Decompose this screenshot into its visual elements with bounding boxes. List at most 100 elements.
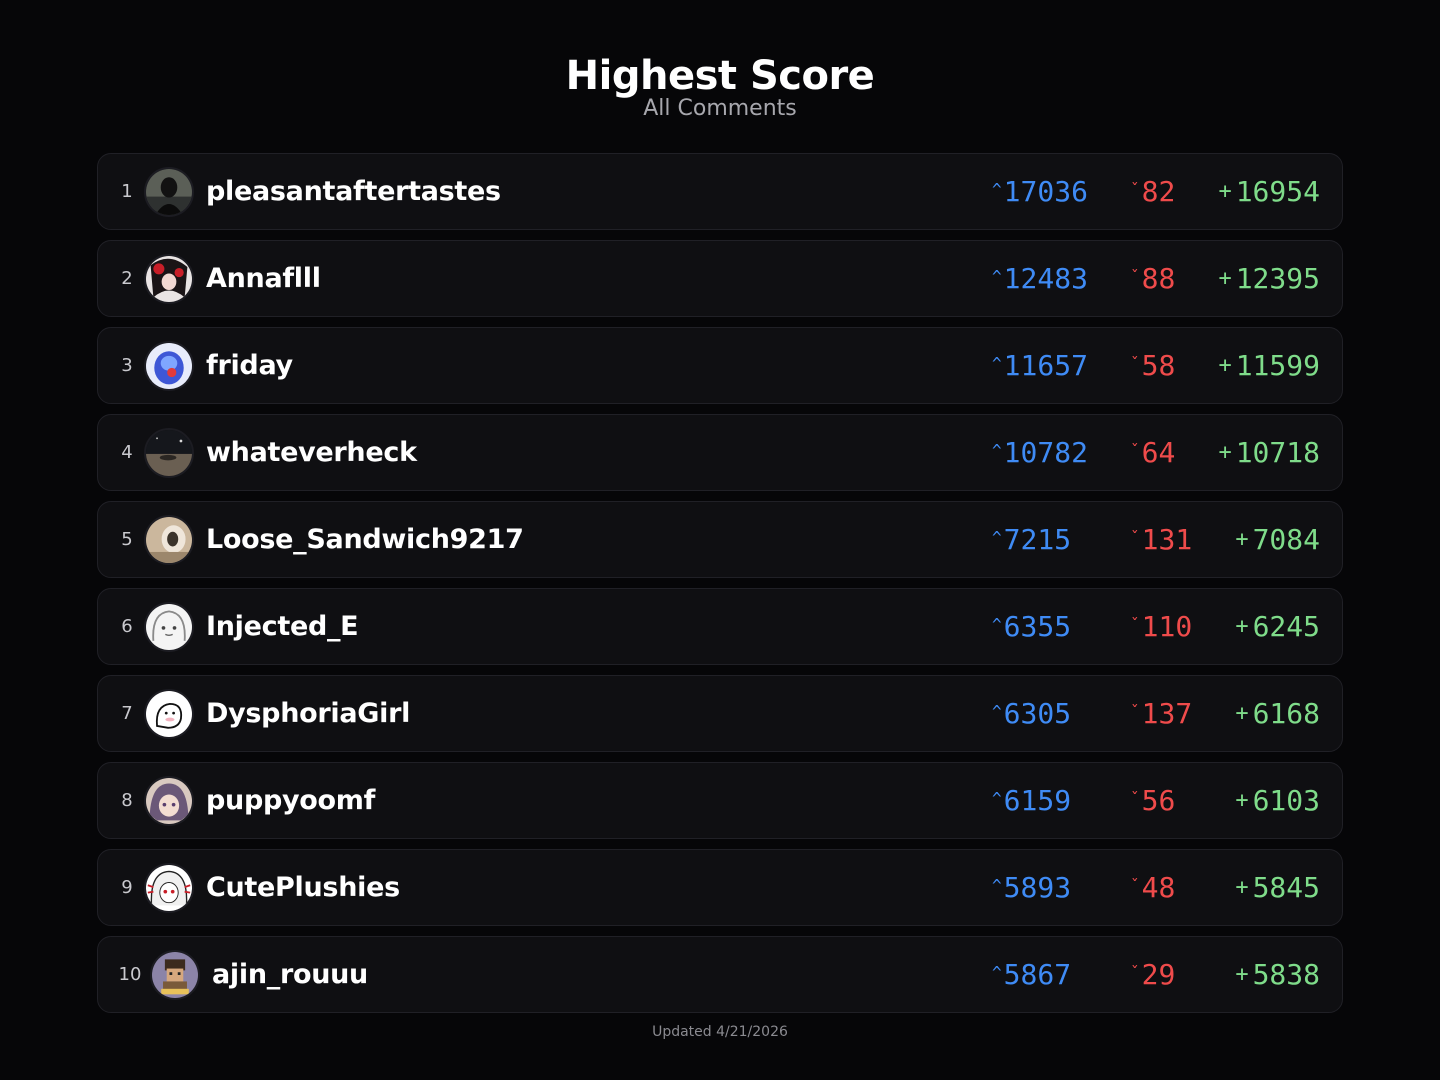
username[interactable]: friday	[206, 350, 992, 381]
plus-icon: +	[1235, 701, 1249, 726]
sketch-girl-avatar-icon[interactable]	[144, 601, 194, 652]
anime-purple-hair-avatar-icon[interactable]	[144, 775, 194, 826]
downvote-value: 82	[1141, 175, 1176, 208]
upvote-value: 12483	[1003, 262, 1088, 295]
plus-icon: +	[1235, 788, 1249, 813]
upvote-count: ^ 7215	[992, 523, 1092, 556]
leaderboard-row[interactable]: 6 Injected_E ^ 6355 ˇ 110 +6245	[97, 588, 1343, 665]
downvote-count: ˇ 110	[1130, 610, 1212, 643]
username[interactable]: puppyoomf	[206, 785, 992, 816]
leaderboard-row[interactable]: 3 friday ^ 11657 ˇ 58 +11599	[97, 327, 1343, 404]
upvote-count: ^ 6305	[992, 697, 1092, 730]
beige-blur-avatar-icon[interactable]	[144, 514, 194, 565]
leaderboard-row[interactable]: 8 puppyoomf ^ 6159 ˇ 56 +6103	[97, 762, 1343, 839]
username[interactable]: Loose_Sandwich9217	[206, 524, 992, 555]
blue-creature-avatar-icon[interactable]	[144, 340, 194, 391]
downvote-value: 56	[1141, 784, 1176, 817]
net-value: 5845	[1252, 871, 1320, 904]
caret-down-icon: ˇ	[1130, 702, 1140, 721]
net-score: +6103	[1220, 784, 1320, 817]
username[interactable]: DysphoriaGirl	[206, 698, 992, 729]
downvote-value: 58	[1141, 349, 1176, 382]
downvote-count: ˇ 131	[1130, 523, 1212, 556]
net-score: +5838	[1220, 958, 1320, 991]
upvote-count: ^ 12483	[992, 262, 1092, 295]
upvote-value: 6159	[1003, 784, 1072, 817]
upvote-value: 7215	[1003, 523, 1072, 556]
rank-number: 4	[121, 442, 133, 463]
caret-up-icon: ^	[992, 615, 1002, 634]
username[interactable]: ajin_rouuu	[212, 959, 992, 990]
caret-up-icon: ^	[992, 180, 1002, 199]
upvote-value: 17036	[1003, 175, 1088, 208]
header: Highest Score All Comments	[0, 52, 1440, 124]
rank-number: 8	[121, 790, 133, 811]
plus-icon: +	[1235, 614, 1249, 639]
caret-up-icon: ^	[992, 354, 1002, 373]
downvote-count: ˇ 56	[1130, 784, 1212, 817]
red-black-character-avatar-icon[interactable]	[144, 253, 194, 304]
upvote-value: 6305	[1003, 697, 1072, 730]
score-stats: ^ 17036 ˇ 82 +16954	[992, 175, 1320, 208]
upvote-count: ^ 17036	[992, 175, 1092, 208]
caret-up-icon: ^	[992, 528, 1002, 547]
score-stats: ^ 11657 ˇ 58 +11599	[992, 349, 1320, 382]
pixel-character-avatar-icon[interactable]	[150, 949, 200, 1000]
plus-icon: +	[1235, 962, 1249, 987]
upvote-count: ^ 6159	[992, 784, 1092, 817]
upvote-count: ^ 5893	[992, 871, 1092, 904]
rank-number: 9	[121, 877, 133, 898]
downvote-count: ˇ 58	[1130, 349, 1212, 382]
downvote-value: 131	[1141, 523, 1193, 556]
leaderboard-list: 1 pleasantaftertastes ^ 17036 ˇ 82 +16954 …	[97, 153, 1343, 1023]
caret-down-icon: ˇ	[1130, 876, 1140, 895]
downvote-count: ˇ 88	[1130, 262, 1212, 295]
plus-icon: +	[1218, 440, 1232, 465]
net-score: +6168	[1220, 697, 1320, 730]
plus-icon: +	[1235, 875, 1249, 900]
username[interactable]: whateverheck	[206, 437, 992, 468]
net-value: 16954	[1235, 175, 1320, 208]
leaderboard-row[interactable]: 2 Annaflll ^ 12483 ˇ 88 +12395	[97, 240, 1343, 317]
white-hair-girl-avatar-icon[interactable]	[144, 862, 194, 913]
downvote-value: 88	[1141, 262, 1176, 295]
plus-icon: +	[1218, 353, 1232, 378]
upvote-count: ^ 6355	[992, 610, 1092, 643]
leaderboard-row[interactable]: 5 Loose_Sandwich9217 ^ 7215 ˇ 131 +7084	[97, 501, 1343, 578]
night-landscape-avatar-icon[interactable]	[144, 427, 194, 478]
net-value: 10718	[1235, 436, 1320, 469]
net-value: 6168	[1252, 697, 1320, 730]
rank-number: 3	[121, 355, 133, 376]
leaderboard-row[interactable]: 10 ajin_rouuu ^ 5867 ˇ 29 +5838	[97, 936, 1343, 1013]
caret-down-icon: ˇ	[1130, 789, 1140, 808]
rank-number: 1	[121, 181, 133, 202]
score-stats: ^ 5867 ˇ 29 +5838	[992, 958, 1320, 991]
username[interactable]: CutePlushies	[206, 872, 992, 903]
score-stats: ^ 7215 ˇ 131 +7084	[992, 523, 1320, 556]
downvote-count: ˇ 64	[1130, 436, 1212, 469]
username[interactable]: Injected_E	[206, 611, 992, 642]
score-stats: ^ 6159 ˇ 56 +6103	[992, 784, 1320, 817]
leaderboard-row[interactable]: 9 CutePlushies ^ 5893 ˇ 48 +5845	[97, 849, 1343, 926]
leaderboard-page: Highest Score All Comments 1 pleasantaft…	[0, 0, 1440, 1080]
caret-down-icon: ˇ	[1130, 441, 1140, 460]
username[interactable]: pleasantaftertastes	[206, 176, 992, 207]
username[interactable]: Annaflll	[206, 263, 992, 294]
score-stats: ^ 5893 ˇ 48 +5845	[992, 871, 1320, 904]
white-doodle-avatar-icon[interactable]	[144, 688, 194, 739]
leaderboard-row[interactable]: 1 pleasantaftertastes ^ 17036 ˇ 82 +16954	[97, 153, 1343, 230]
downvote-value: 110	[1141, 610, 1193, 643]
net-value: 5838	[1252, 958, 1320, 991]
leaderboard-row[interactable]: 4 whateverheck ^ 10782 ˇ 64 +10718	[97, 414, 1343, 491]
net-value: 6103	[1252, 784, 1320, 817]
score-stats: ^ 10782 ˇ 64 +10718	[992, 436, 1320, 469]
upvote-value: 5867	[1003, 958, 1072, 991]
leaderboard-row[interactable]: 7 DysphoriaGirl ^ 6305 ˇ 137 +6168	[97, 675, 1343, 752]
caret-down-icon: ˇ	[1130, 615, 1140, 634]
caret-up-icon: ^	[992, 702, 1002, 721]
score-stats: ^ 6305 ˇ 137 +6168	[992, 697, 1320, 730]
dark-figure-avatar-icon[interactable]	[144, 166, 194, 217]
caret-up-icon: ^	[992, 963, 1002, 982]
score-stats: ^ 12483 ˇ 88 +12395	[992, 262, 1320, 295]
net-score: +11599	[1218, 349, 1320, 382]
